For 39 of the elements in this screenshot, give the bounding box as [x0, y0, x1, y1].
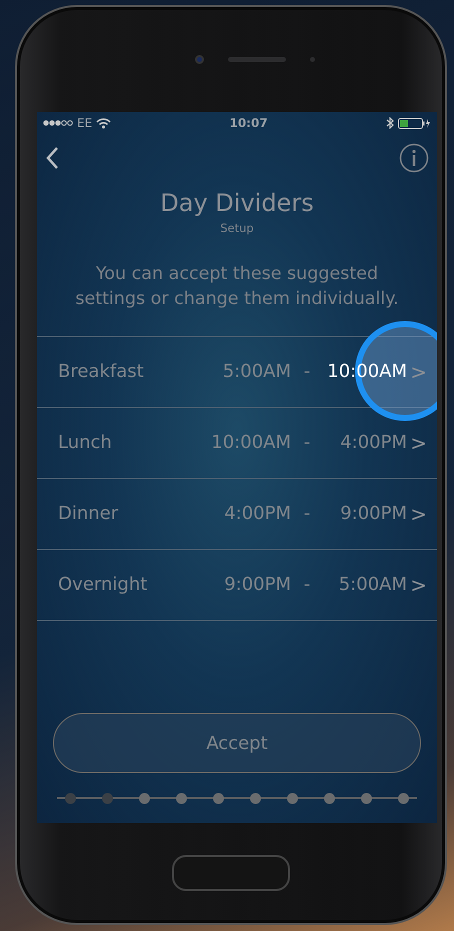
screen-title: Day Dividers: [159, 190, 315, 216]
sensor-icon: [310, 57, 315, 62]
meal-label: Dinner: [58, 502, 120, 526]
clock-time: 10:07: [229, 115, 268, 132]
time-row[interactable]: Breakfast 5:00AM - 10:00AM >: [37, 336, 437, 407]
start-time: 5:00AM: [222, 360, 291, 384]
chevron-icon: >: [407, 570, 427, 600]
signal-icon: [43, 119, 73, 127]
meal-label: Breakfast: [58, 360, 145, 384]
chevron-icon: >: [407, 428, 427, 458]
end-time: 5:00AM: [338, 573, 407, 598]
time-separator: -: [302, 431, 312, 456]
time-separator: -: [302, 573, 312, 598]
meal-label: Overnight: [58, 573, 148, 598]
intro-text: You can accept these suggested settings or change them individually.: [74, 262, 400, 311]
meal-label: Lunch: [58, 431, 113, 456]
speaker-grille: [228, 57, 286, 62]
time-row[interactable]: Overnight 9:00PM - 5:00AM >: [37, 548, 437, 620]
start-time: 4:00PM: [223, 502, 291, 526]
back-icon[interactable]: [45, 146, 59, 170]
chevron-icon: >: [407, 498, 427, 529]
time-row[interactable]: Dinner 4:00PM - 9:00PM >: [37, 478, 437, 549]
bluetooth-icon: [386, 117, 394, 129]
screen-subtitle: Setup: [219, 220, 255, 238]
time-separator: -: [302, 360, 312, 384]
time-separator: -: [302, 502, 312, 526]
camera-icon: [195, 55, 204, 64]
battery-icon: [398, 118, 431, 128]
start-time: 10:00AM: [210, 431, 291, 456]
end-time: 10:00AM: [326, 360, 407, 384]
accept-button[interactable]: Accept: [53, 713, 421, 773]
chevron-icon: >: [407, 356, 427, 387]
info-icon[interactable]: [399, 143, 429, 173]
end-time: 4:00PM: [339, 431, 407, 456]
end-time: 9:00PM: [339, 502, 407, 526]
start-time: 9:00PM: [223, 573, 291, 598]
wifi-icon: [96, 118, 112, 128]
time-row[interactable]: Lunch 10:00AM - 4:00PM >: [37, 406, 437, 478]
carrier-name: EE: [77, 115, 92, 132]
